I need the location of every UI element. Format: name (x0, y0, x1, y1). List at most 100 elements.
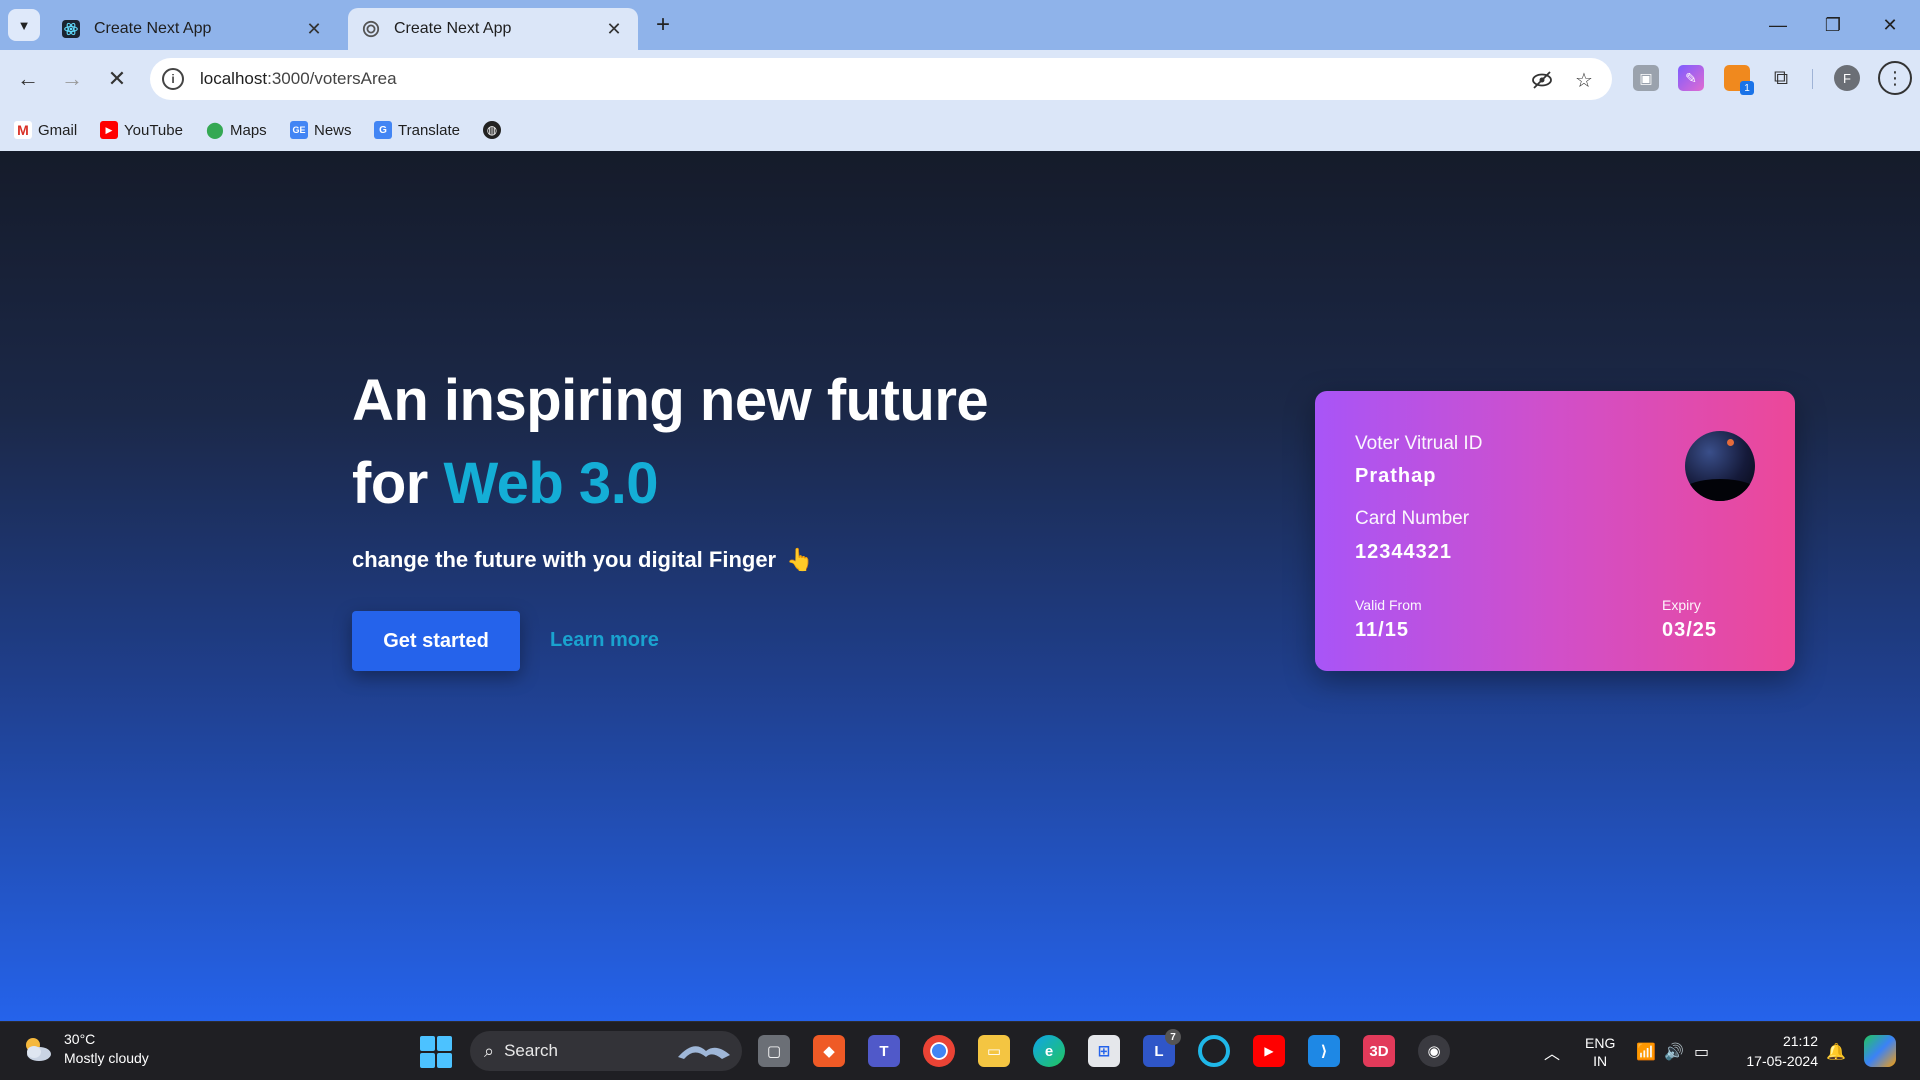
notification-bell-icon[interactable]: 🔔 (1826, 1022, 1846, 1080)
card-number: 12344321 (1355, 541, 1452, 563)
loading-favicon-icon (362, 20, 380, 38)
bookmark-star-icon[interactable]: ☆ (1572, 68, 1596, 92)
more-menu-icon[interactable]: ⋮ (1878, 61, 1912, 95)
bookmark-label: Gmail (38, 121, 78, 139)
tab-create-next-app-2[interactable]: Create Next App ✕ (348, 8, 638, 50)
language-indicator[interactable]: ENG IN (1585, 1022, 1615, 1080)
search-highlight-icon (678, 1046, 730, 1059)
windows-logo-tile (437, 1036, 452, 1051)
close-window-button[interactable]: ✕ (1870, 10, 1910, 40)
stop-loading-button[interactable]: ✕ (102, 64, 132, 94)
bookmarks-bar: M Gmail ▶ YouTube ⬤ Maps GE News G Trans… (0, 108, 1920, 151)
avatar-hill (1685, 479, 1755, 501)
extension-badge: 1 (1740, 81, 1754, 95)
copilot-icon[interactable] (1864, 1035, 1896, 1067)
bookmark-globe[interactable]: ◍ (483, 118, 507, 142)
forward-button[interactable]: → (57, 64, 87, 94)
volume-icon[interactable]: 🔊 (1664, 1022, 1684, 1080)
file-explorer-icon[interactable]: ▭ (978, 1035, 1010, 1067)
lang-line1: ENG (1585, 1034, 1616, 1051)
start-button[interactable] (420, 1036, 452, 1068)
news-icon: GE (290, 121, 308, 139)
hero-title-line1: An inspiring new future (352, 368, 989, 433)
back-button[interactable]: ← (13, 64, 43, 94)
bookmark-translate[interactable]: G Translate (374, 118, 460, 142)
expiry-value: 03/25 (1662, 619, 1718, 641)
maps-icon: ⬤ (206, 122, 224, 139)
toolbar-divider (1812, 69, 1813, 89)
linkedin-app-icon[interactable]: L 7 (1143, 1029, 1181, 1067)
bookmark-gmail[interactable]: M Gmail (14, 118, 77, 142)
wifi-icon[interactable]: 📶 (1636, 1022, 1656, 1080)
voter-name: Prathap (1355, 465, 1437, 487)
bookmark-label: Translate (398, 121, 460, 139)
edge-icon[interactable]: e (1033, 1035, 1065, 1067)
gmail-icon: M (14, 121, 32, 139)
teams-icon[interactable]: T (868, 1035, 900, 1067)
clock[interactable]: 21:12 17-05-2024 (1738, 1031, 1818, 1071)
learn-more-link[interactable]: Learn more (550, 629, 659, 652)
extensions-puzzle-icon[interactable]: ⧉ (1768, 65, 1794, 91)
valid-from-value: 11/15 (1355, 619, 1409, 641)
minimize-button[interactable]: — (1758, 10, 1798, 40)
store-icon[interactable]: ⊞ (1088, 1035, 1120, 1067)
chrome-profile-icon[interactable]: ◉ (1418, 1035, 1450, 1067)
windows-logo-tile (420, 1053, 435, 1068)
valid-from-label: Valid From (1355, 597, 1422, 613)
app-3d-icon[interactable]: 3D (1363, 1035, 1395, 1067)
bookmark-label: News (314, 121, 352, 139)
clock-date: 17-05-2024 (1746, 1053, 1818, 1069)
windows-taskbar: 30°C Mostly cloudy ⌕ Search ▢ ◆ T ▭ e ⊞ … (0, 1021, 1920, 1080)
url-text[interactable]: localhost:3000/votersArea (200, 69, 397, 89)
avatar-moon (1727, 439, 1734, 446)
avatar (1685, 431, 1755, 501)
expiry-label: Expiry (1662, 597, 1701, 613)
bookmark-label: Maps (230, 121, 267, 139)
metamask-extension-icon[interactable]: 1 (1724, 65, 1754, 95)
eye-off-icon[interactable] (1530, 68, 1554, 92)
close-tab-icon[interactable]: ✕ (304, 19, 324, 39)
restore-button[interactable]: ❐ (1813, 10, 1853, 40)
hero-subtitle: change the future with you digital Finge… (352, 547, 814, 573)
brave-icon[interactable]: ◆ (813, 1035, 845, 1067)
extension-profile-icon[interactable]: ▣ (1633, 65, 1659, 91)
hero-title-line2-prefix: for (352, 451, 444, 516)
tab-title: Create Next App (94, 20, 212, 37)
bookmark-maps[interactable]: ⬤ Maps (206, 118, 267, 142)
tab-search-button[interactable]: ▼ (8, 9, 40, 41)
youtube-app-icon[interactable]: ▶ (1253, 1035, 1285, 1067)
search-icon: ⌕ (484, 1040, 495, 1061)
site-info-icon[interactable]: i (162, 68, 184, 90)
windows-logo-tile (420, 1036, 435, 1051)
alexa-icon[interactable] (1198, 1035, 1230, 1067)
chrome-icon[interactable] (923, 1035, 955, 1067)
tab-create-next-app-1[interactable]: Create Next App ✕ (48, 8, 338, 50)
chevron-down-icon: ▼ (17, 17, 31, 33)
search-placeholder: Search (504, 1041, 558, 1060)
browser-toolbar: ← → ✕ i localhost:3000/votersArea ☆ ▣ ✎ … (0, 50, 1920, 108)
windows-logo-tile (437, 1053, 452, 1068)
profile-avatar[interactable]: F (1834, 65, 1860, 91)
hero-subtitle-text: change the future with you digital Finge… (352, 547, 777, 572)
youtube-icon: ▶ (100, 121, 118, 139)
extension-pen-icon[interactable]: ✎ (1678, 65, 1704, 91)
close-tab-icon[interactable]: ✕ (604, 19, 624, 39)
task-view-icon[interactable]: ▢ (758, 1035, 790, 1067)
bookmark-news[interactable]: GE News (290, 118, 352, 142)
clock-time: 21:12 (1782, 1033, 1818, 1049)
voter-id-label: Voter Vitrual ID (1355, 433, 1483, 454)
pointing-hand-icon: 👆 (786, 547, 814, 572)
address-bar[interactable]: i localhost:3000/votersArea ☆ (150, 58, 1612, 100)
weather-widget[interactable]: 30°C Mostly cloudy (20, 1030, 149, 1068)
battery-icon[interactable]: ▭ (1694, 1022, 1709, 1080)
cloud-sun-icon (26, 1038, 51, 1061)
get-started-button[interactable]: Get started (352, 611, 520, 671)
show-hidden-icons[interactable]: ︿ (1544, 1022, 1560, 1080)
bookmark-youtube[interactable]: ▶ YouTube (100, 118, 183, 142)
taskbar-search[interactable]: ⌕ Search (470, 1031, 742, 1071)
url-host: localhost (200, 69, 268, 88)
card-number-label: Card Number (1355, 508, 1470, 529)
weather-temp: 30°C (64, 1031, 96, 1047)
new-tab-button[interactable]: + (650, 11, 676, 38)
vscode-icon[interactable]: ⟩ (1308, 1035, 1340, 1067)
